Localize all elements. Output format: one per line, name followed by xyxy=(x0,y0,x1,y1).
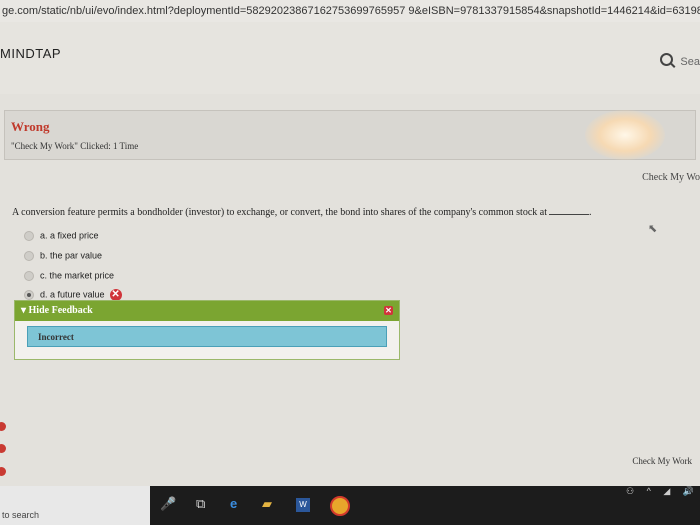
progress-dot[interactable] xyxy=(0,467,6,476)
feedback-panel: ▾ Hide Feedback ✕ Incorrect xyxy=(14,300,400,360)
answer-blank xyxy=(549,214,589,215)
close-icon[interactable]: ✕ xyxy=(384,306,393,315)
screen-glare xyxy=(585,110,665,160)
option-c-label: c. the market price xyxy=(40,270,115,281)
people-icon[interactable]: ⚇ xyxy=(626,486,634,496)
progress-dot[interactable] xyxy=(0,422,6,431)
feedback-result: Incorrect xyxy=(27,326,387,347)
option-d-label: d. a future value xyxy=(40,289,105,300)
main-content: Wrong "Check My Work" Clicked: 1 Time Ch… xyxy=(0,94,700,486)
taskbar: to search 🎤 ⧉ e ▰ W ⚇ ^ ◢ 🔊 xyxy=(0,486,700,525)
radio-b[interactable] xyxy=(24,250,34,261)
option-d[interactable]: d. a future value ✕ xyxy=(24,287,122,301)
taskbar-search-text: to search xyxy=(2,510,40,520)
browser-edge-icon[interactable]: e xyxy=(230,496,237,511)
progress-dot[interactable] xyxy=(0,444,6,453)
question-text: A conversion feature permits a bondholde… xyxy=(12,207,592,218)
browser-address-bar[interactable]: ge.com/static/nb/ui/evo/index.html?deplo… xyxy=(0,0,700,23)
url-text[interactable]: ge.com/static/nb/ui/evo/index.html?deplo… xyxy=(0,5,700,17)
incorrect-x-icon: ✕ xyxy=(109,288,122,301)
file-explorer-icon[interactable]: ▰ xyxy=(262,496,272,512)
chrome-icon[interactable] xyxy=(330,496,350,516)
radio-d[interactable] xyxy=(24,289,34,300)
side-indicators xyxy=(0,94,8,486)
app-header: MINDTAP Sea xyxy=(0,22,700,95)
network-icon[interactable]: ◢ xyxy=(663,486,670,496)
system-tray[interactable]: ⚇ ^ ◢ 🔊 xyxy=(616,486,694,497)
option-c[interactable]: c. the market price xyxy=(24,268,114,282)
word-icon[interactable]: W xyxy=(296,498,310,512)
radio-a[interactable] xyxy=(24,230,34,241)
check-my-work-link-top[interactable]: Check My Wo xyxy=(642,172,700,183)
question-stem: A conversion feature permits a bondholde… xyxy=(12,207,547,218)
option-b[interactable]: b. the par value xyxy=(24,248,102,262)
option-b-label: b. the par value xyxy=(40,250,103,261)
option-a-label: a. a fixed price xyxy=(40,230,99,241)
result-title: Wrong xyxy=(11,119,50,134)
search-label: Sea xyxy=(680,56,700,68)
task-view-icon[interactable]: ⧉ xyxy=(196,496,205,512)
check-count-note: "Check My Work" Clicked: 1 Time xyxy=(11,141,139,151)
taskbar-search[interactable]: to search xyxy=(0,486,150,525)
hide-feedback-toggle[interactable]: ▾ Hide Feedback ✕ xyxy=(15,301,399,321)
volume-icon[interactable]: 🔊 xyxy=(683,486,694,496)
mouse-cursor-icon: ⬉ xyxy=(648,223,658,235)
check-my-work-link-bottom[interactable]: Check My Work xyxy=(632,456,692,466)
option-a[interactable]: a. a fixed price xyxy=(24,228,99,242)
radio-c[interactable] xyxy=(24,270,34,281)
search-button[interactable]: Sea xyxy=(660,52,700,68)
triangle-down-icon: ▾ xyxy=(21,305,29,316)
brand-logo: MINDTAP xyxy=(0,46,62,61)
chevron-up-icon[interactable]: ^ xyxy=(647,486,651,496)
hide-feedback-label: Hide Feedback xyxy=(28,305,93,316)
search-icon xyxy=(660,53,674,66)
microphone-icon[interactable]: 🎤 xyxy=(160,496,176,512)
